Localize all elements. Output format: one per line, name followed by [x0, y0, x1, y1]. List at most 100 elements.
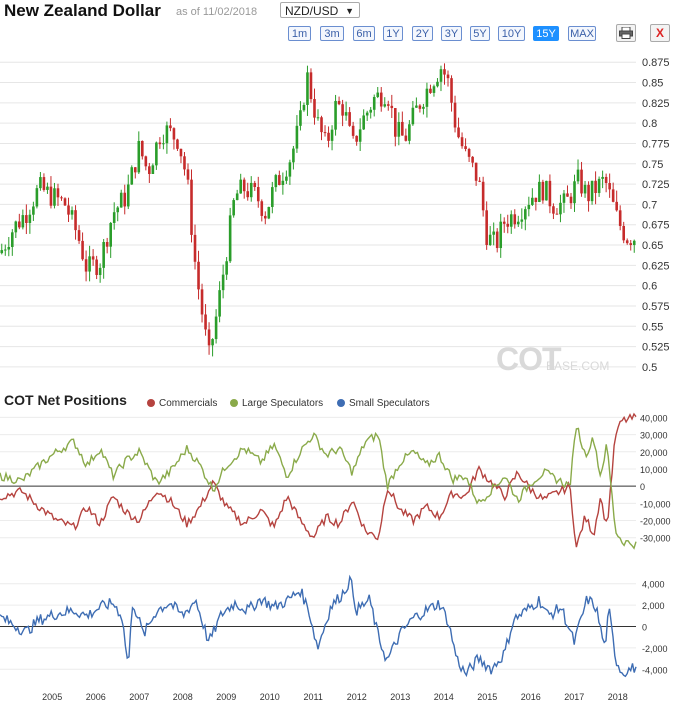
cot-y-tick-label: -20,000: [640, 517, 671, 527]
candle-body: [341, 104, 344, 116]
candle-body: [306, 72, 309, 105]
candle-body: [214, 316, 218, 340]
price-y-tick-label: 0.5: [642, 362, 657, 374]
candle-body: [211, 339, 214, 346]
candle-body: [580, 169, 583, 194]
candle-body: [207, 329, 211, 346]
candle-body: [344, 112, 348, 116]
candle-body: [573, 181, 576, 204]
candle-body: [355, 135, 358, 142]
candle-body: [495, 231, 499, 249]
candle-body: [56, 188, 60, 198]
candle-body: [397, 121, 401, 137]
candle-body: [404, 135, 408, 141]
candle-body: [379, 92, 383, 107]
candle-body: [418, 105, 422, 109]
candle-body: [569, 196, 573, 204]
candle-body: [109, 222, 112, 247]
price-y-tick-label: 0.8: [642, 118, 657, 130]
small-spec-y-tick-label: -4,000: [642, 665, 668, 675]
candle-body: [204, 314, 207, 330]
x-tick-label: 2010: [260, 692, 280, 702]
candle-body: [552, 206, 555, 214]
candle-body: [443, 69, 446, 75]
x-tick-label: 2018: [608, 692, 628, 702]
candle-body: [615, 201, 618, 211]
candle-body: [249, 182, 253, 198]
candle-body: [285, 176, 288, 181]
candle-body: [555, 213, 559, 215]
candle-body: [372, 96, 376, 110]
candle-body: [116, 207, 120, 213]
candle-body: [429, 88, 432, 93]
candle-body: [221, 274, 225, 291]
legend-dot-small-speculators: [337, 399, 345, 407]
candle-body: [88, 256, 91, 272]
candle-body: [348, 112, 351, 126]
candle-body: [0, 250, 4, 254]
candle-body: [516, 221, 520, 225]
candle-body: [141, 140, 144, 157]
cot-y-tick-label: 30,000: [640, 431, 668, 441]
candle-body: [502, 221, 506, 224]
cot-y-tick-label: 0: [640, 482, 645, 492]
price-y-tick-label: 0.725: [642, 179, 670, 191]
candle-body: [594, 180, 597, 194]
price-y-tick-label: 0.525: [642, 342, 670, 354]
x-tick-label: 2014: [434, 692, 454, 702]
x-tick-label: 2008: [173, 692, 193, 702]
candle-body: [197, 261, 200, 290]
candle-body: [450, 78, 453, 103]
candle-body: [295, 125, 299, 149]
candle-body: [53, 188, 56, 206]
candle-body: [242, 179, 246, 192]
candle-body: [618, 210, 622, 226]
candle-body: [622, 225, 626, 241]
candle-body: [267, 206, 271, 219]
candle-body: [408, 124, 411, 141]
candle-body: [460, 137, 464, 147]
candle-body: [14, 221, 18, 233]
candle-body: [362, 115, 365, 130]
price-y-tick-label: 0.875: [642, 57, 670, 69]
candle-body: [351, 125, 355, 136]
candle-body: [559, 202, 562, 215]
candle-body: [506, 223, 510, 227]
candle-body: [601, 176, 604, 179]
candle-body: [169, 125, 172, 129]
candle-body: [253, 182, 257, 188]
candle-body: [299, 110, 302, 126]
candle-body: [105, 242, 109, 247]
candle-body: [313, 99, 316, 118]
x-tick-label: 2012: [347, 692, 367, 702]
candle-body: [81, 240, 84, 260]
x-tick-label: 2017: [564, 692, 584, 702]
candle-body: [604, 176, 608, 184]
candle-body: [155, 142, 158, 166]
x-tick-label: 2006: [86, 692, 106, 702]
candle-body: [179, 148, 183, 157]
x-tick-label: 2005: [42, 692, 62, 702]
cot-y-tick-label: -10,000: [640, 499, 671, 509]
cot-y-tick-label: 10,000: [640, 465, 668, 475]
candle-body: [39, 177, 42, 189]
candle-body: [35, 188, 39, 207]
candle-body: [70, 210, 74, 215]
candle-body: [239, 179, 242, 194]
price-y-tick-label: 0.575: [642, 301, 670, 313]
candle-body: [320, 117, 323, 133]
candle-body: [401, 121, 404, 136]
candle-body: [545, 180, 548, 201]
candle-body: [112, 212, 116, 223]
candle-body: [278, 175, 281, 186]
candle-body: [10, 232, 14, 247]
watermark-sub: BASE.COM: [546, 359, 609, 373]
candle-body: [583, 184, 587, 194]
candle-body: [334, 100, 337, 130]
candle-body: [327, 132, 330, 141]
small-spec-y-tick-label: -2,000: [642, 644, 668, 654]
small-spec-y-tick-label: 4,000: [642, 580, 665, 590]
candle-body: [386, 104, 390, 106]
candle-body: [629, 243, 633, 245]
x-tick-label: 2015: [477, 692, 497, 702]
